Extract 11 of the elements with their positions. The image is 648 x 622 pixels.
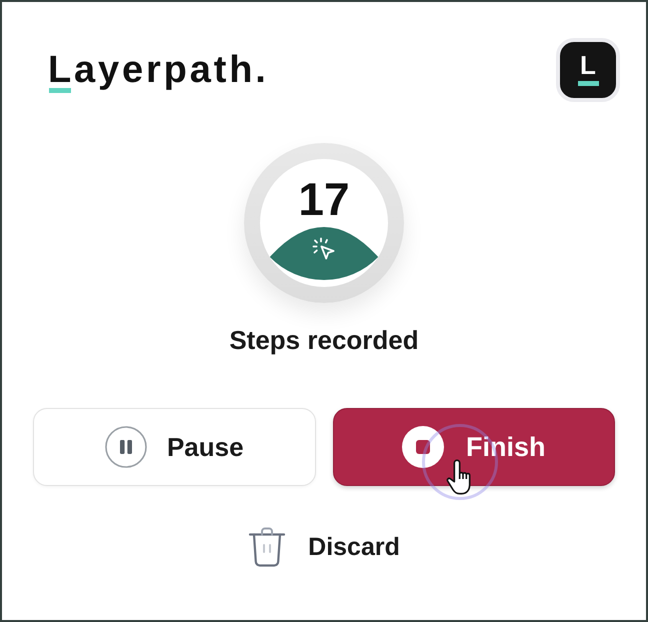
- pause-button[interactable]: Pause: [33, 408, 316, 486]
- app-logo: L: [556, 38, 620, 102]
- trash-icon: [248, 526, 286, 568]
- counter-label: Steps recorded: [229, 325, 419, 355]
- pause-icon: [104, 426, 147, 468]
- hand-cursor-icon: [446, 459, 472, 495]
- discard-button[interactable]: Discard: [248, 526, 400, 568]
- finish-button[interactable]: Finish: [332, 408, 615, 486]
- cursor-click-icon: [312, 237, 336, 261]
- step-count: 17: [298, 176, 350, 222]
- stop-icon: [402, 426, 444, 468]
